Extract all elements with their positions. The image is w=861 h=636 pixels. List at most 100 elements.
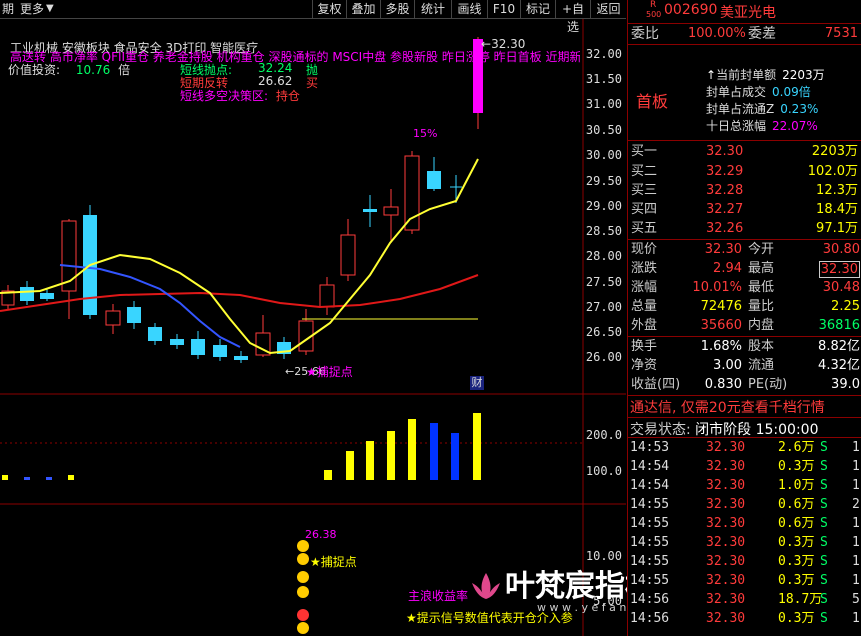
add-watchlist-button[interactable]: +自选 — [555, 0, 590, 34]
candle — [363, 195, 377, 227]
candle — [170, 334, 184, 349]
commission-diff-label: 委差 — [748, 26, 776, 42]
candle — [105, 304, 121, 334]
short-point-value: 32.24 — [258, 61, 293, 75]
bid-volume: 18.4万 — [816, 202, 858, 217]
trade-count: 1 — [852, 611, 860, 626]
trade-side: S — [820, 611, 828, 626]
chart-area[interactable]: 工业机械 安徽板块 食品安全 3D打印 智能医疗 高送转 高市净率 QFII重仓… — [0, 19, 745, 636]
trade-side: S — [820, 497, 828, 512]
trade-time: 14:53 — [630, 440, 670, 455]
ten-day-label: 十日总涨幅 — [706, 119, 767, 133]
adjust-button[interactable]: 复权 — [312, 0, 346, 18]
trade-count: 1 — [852, 440, 860, 455]
back-button[interactable]: 返回 — [590, 0, 626, 18]
trade-row: 14:56 32.30 18.7万 S 5 — [628, 591, 861, 608]
trade-volume: 0.6万 — [778, 516, 815, 531]
bid-label: 买二 — [631, 164, 658, 179]
candle — [255, 315, 271, 357]
candle — [213, 339, 227, 361]
code-prefix: R — [650, 0, 657, 10]
bid-row: 买二 32.29 102.0万 — [628, 163, 861, 181]
stock-name: 美亚光电 — [720, 5, 776, 21]
candle — [450, 175, 462, 203]
bid-row: 买四 32.27 18.4万 — [628, 201, 861, 219]
seal-turnover: 0.09倍 — [772, 85, 811, 99]
trade-price: 32.30 — [706, 478, 746, 493]
seal-float-label: 封单占流通Z — [706, 102, 775, 116]
seal-amount: 2203万 — [782, 68, 825, 82]
trade-status-value: 闭市阶段 15:00:00 — [695, 422, 819, 438]
trade-count: 1 — [852, 554, 860, 569]
quote-header: R 500 002690 美亚光电 — [628, 0, 861, 22]
trade-count: 1 — [852, 459, 860, 474]
trade-side: S — [820, 592, 828, 607]
trade-volume: 0.3万 — [778, 573, 815, 588]
trade-price: 32.30 — [706, 535, 746, 550]
draw-line-button[interactable]: 画线 — [451, 0, 487, 18]
trade-time: 14:55 — [630, 535, 670, 550]
y-tick: 28.00 — [585, 249, 622, 263]
trade-volume: 18.7万 — [778, 592, 823, 607]
trade-side: S — [820, 440, 828, 455]
candle — [298, 309, 314, 355]
trade-time: 14:55 — [630, 573, 670, 588]
trade-side: S — [820, 535, 828, 550]
value-invest: 价值投资: 10.76 倍 — [8, 61, 130, 78]
y-tick: 26.50 — [585, 325, 622, 339]
y-tick: 100.0 — [585, 464, 622, 478]
trade-time: 14:54 — [630, 478, 670, 493]
seal-float: 0.23% — [780, 102, 819, 116]
bid-row: 买五 32.26 97.1万 — [628, 220, 861, 238]
finance-badge[interactable]: 财 — [470, 376, 484, 390]
period-button[interactable]: 期 — [2, 0, 14, 18]
trade-price: 32.30 — [706, 516, 746, 531]
trade-side: S — [820, 478, 828, 493]
f10-button[interactable]: F10 — [487, 0, 520, 18]
trade-row: 14:55 32.30 0.6万 S 1 — [628, 515, 861, 532]
mark-button[interactable]: 标记 — [520, 0, 555, 18]
trade-time: 14:54 — [630, 459, 670, 474]
ten-day-gain: 22.07% — [772, 119, 818, 133]
stat-row: 外盘 35660 内盘 36816 — [631, 318, 860, 333]
stat-row: 涨跌 2.94 最高 32.30 — [631, 261, 860, 278]
promo-link[interactable]: 通达信, 仅需20元查看千档行情 — [630, 397, 825, 417]
bid-row: 买一 32.30 2203万 — [628, 143, 861, 161]
y-tick: 200.0 — [585, 428, 622, 442]
indicator-value-label: 26.38 — [305, 528, 337, 541]
trade-time: 14:56 — [630, 592, 670, 607]
trade-volume: 2.6万 — [778, 440, 815, 455]
signal-icons — [297, 540, 309, 634]
more-button[interactable]: 更多 — [20, 0, 44, 18]
board-label: 首板 — [636, 92, 669, 111]
trade-price: 32.30 — [706, 459, 746, 474]
overlay-button[interactable]: 叠加 — [346, 0, 380, 18]
trade-row: 14:55 32.30 0.3万 S 1 — [628, 553, 861, 570]
candle — [234, 351, 248, 363]
kline-chart-svg — [0, 19, 626, 636]
stat-row: 总量 72476 量比 2.25 — [631, 299, 860, 314]
candle — [61, 219, 77, 319]
multi-stock-button[interactable]: 多股 — [380, 0, 414, 18]
gain-pct-label: 15% — [413, 127, 438, 140]
bid-volume: 102.0万 — [807, 164, 858, 179]
bid-volume: 97.1万 — [816, 221, 858, 236]
trade-row: 14:55 32.30 0.3万 S 1 — [628, 572, 861, 589]
lotus-logo-icon — [468, 567, 504, 607]
statistics-button[interactable]: 统计 — [414, 0, 451, 18]
trade-side: S — [820, 516, 828, 531]
value-invest-value: 10.76 — [75, 63, 111, 77]
candle — [427, 157, 441, 191]
short-rebound-value: 26.62 — [258, 74, 293, 88]
trade-volume: 0.3万 — [778, 535, 815, 550]
candle — [83, 205, 97, 319]
trade-side: S — [820, 459, 828, 474]
y-tick: 31.50 — [585, 72, 622, 86]
y-tick: 29.50 — [585, 174, 622, 188]
bid-volume: 2203万 — [811, 144, 858, 159]
fund-row: 换手 1.68% 股本 8.82亿 — [631, 339, 860, 354]
chevron-down-icon[interactable]: ▼ — [46, 3, 54, 14]
y-tick: 32.00 — [585, 47, 622, 61]
trade-price: 32.30 — [706, 554, 746, 569]
y-tick: 30.00 — [585, 148, 622, 162]
